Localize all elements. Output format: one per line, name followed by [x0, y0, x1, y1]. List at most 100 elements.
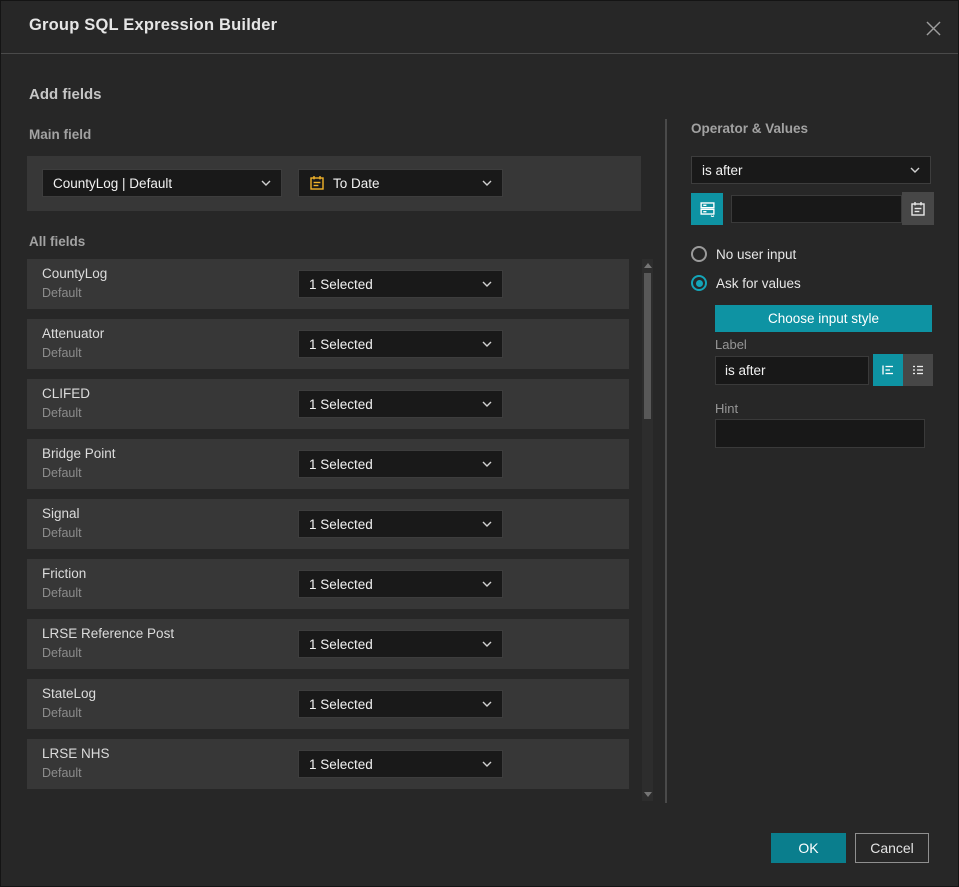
field-text: StateLog Default: [42, 686, 96, 720]
field-source-label: Default: [42, 586, 82, 600]
date-picker-button[interactable]: [902, 192, 934, 225]
input-style-single-button[interactable]: [873, 354, 903, 386]
chevron-down-icon: [261, 180, 271, 186]
calendar-icon: [911, 201, 925, 216]
radio-circle-selected-icon: [691, 275, 707, 291]
field-values-select-value: 1 Selected: [309, 576, 373, 592]
radio-circle-icon: [691, 246, 707, 262]
field-values-select[interactable]: 1 Selected: [298, 630, 503, 658]
cancel-button[interactable]: Cancel: [855, 833, 929, 863]
field-list-item: LRSE NHS Default 1 Selected: [27, 739, 629, 789]
scrollbar-thumb[interactable]: [644, 273, 651, 419]
field-list-item: Attenuator Default 1 Selected: [27, 319, 629, 369]
field-values-select[interactable]: 1 Selected: [298, 750, 503, 778]
field-list-item: CountyLog Default 1 Selected: [27, 259, 629, 309]
field-source-label: Default: [42, 406, 82, 420]
scrollbar-down-arrow-icon[interactable]: [644, 792, 652, 797]
operator-values-heading: Operator & Values: [691, 121, 809, 136]
main-field-select-value: CountyLog | Default: [53, 175, 173, 191]
chevron-down-icon: [482, 401, 492, 407]
field-values-select[interactable]: 1 Selected: [298, 330, 503, 358]
stacked-values-icon: [699, 202, 715, 217]
list-icon: [913, 365, 923, 375]
chevron-down-icon: [910, 167, 920, 173]
field-text: Signal Default: [42, 506, 82, 540]
all-fields-list: CountyLog Default 1 Selected Attenuator Defa…: [27, 259, 629, 799]
field-source-label: Default: [42, 526, 82, 540]
chevron-down-icon: [482, 521, 492, 527]
radio-ask-for-values-label: Ask for values: [716, 275, 801, 291]
field-name: Bridge Point: [42, 446, 116, 461]
value-type-toggle-button[interactable]: [691, 192, 723, 225]
chevron-down-icon: [482, 281, 492, 287]
choose-input-style-button[interactable]: Choose input style: [715, 305, 932, 332]
field-values-select-value: 1 Selected: [309, 516, 373, 532]
field-name: CLIFED: [42, 386, 91, 401]
hint-field-label: Hint: [715, 401, 739, 416]
field-source-label: Default: [42, 466, 82, 480]
all-fields-label: All fields: [29, 234, 86, 249]
input-style-list-button[interactable]: [903, 354, 933, 386]
field-text: CountyLog Default: [42, 266, 107, 300]
radio-no-user-input-label: No user input: [716, 246, 797, 262]
field-text: LRSE NHS Default: [42, 746, 110, 780]
field-source-label: Default: [42, 706, 82, 720]
field-text: Attenuator Default: [42, 326, 104, 360]
value-input[interactable]: [731, 194, 902, 223]
field-source-label: Default: [42, 766, 82, 780]
align-left-icon: [882, 365, 893, 375]
group-sql-expression-builder-dialog: Group SQL Expression Builder Add fields …: [0, 0, 959, 887]
chevron-down-icon: [482, 461, 492, 467]
field-text: Friction Default: [42, 566, 86, 600]
field-name: LRSE NHS: [42, 746, 110, 761]
field-text: CLIFED Default: [42, 386, 90, 420]
field-values-select-value: 1 Selected: [309, 336, 373, 352]
field-values-select[interactable]: 1 Selected: [298, 450, 503, 478]
chevron-down-icon: [482, 701, 492, 707]
dialog-title: Group SQL Expression Builder: [29, 16, 278, 34]
field-values-select[interactable]: 1 Selected: [298, 510, 503, 538]
main-date-select[interactable]: To Date: [298, 169, 503, 197]
chevron-down-icon: [482, 581, 492, 587]
main-field-panel: CountyLog | Default To Date: [27, 156, 641, 211]
field-name: StateLog: [42, 686, 97, 701]
list-scrollbar[interactable]: [642, 259, 653, 801]
field-list-item: LRSE Reference Post Default 1 Selected: [27, 619, 629, 669]
input-style-segmented-control: [873, 354, 933, 386]
field-values-select-value: 1 Selected: [309, 756, 373, 772]
label-input-row: [715, 354, 933, 386]
field-source-label: Default: [42, 646, 82, 660]
main-field-label: Main field: [29, 127, 92, 142]
close-button[interactable]: [921, 16, 945, 40]
main-field-select[interactable]: CountyLog | Default: [42, 169, 282, 197]
field-list-item: Friction Default 1 Selected: [27, 559, 629, 609]
main-date-select-value: To Date: [333, 175, 380, 191]
header-divider: [1, 53, 958, 54]
ok-button[interactable]: OK: [771, 833, 846, 863]
field-text: Bridge Point Default: [42, 446, 116, 480]
field-values-select[interactable]: 1 Selected: [298, 270, 503, 298]
chevron-down-icon: [482, 641, 492, 647]
field-values-select[interactable]: 1 Selected: [298, 390, 503, 418]
field-values-select-value: 1 Selected: [309, 276, 373, 292]
column-divider: [665, 119, 667, 803]
field-values-select[interactable]: 1 Selected: [298, 570, 503, 598]
field-name: Attenuator: [42, 326, 105, 341]
field-list-item: Bridge Point Default 1 Selected: [27, 439, 629, 489]
add-fields-heading: Add fields: [29, 86, 102, 103]
chevron-down-icon: [482, 761, 492, 767]
field-source-label: Default: [42, 346, 82, 360]
chevron-down-icon: [482, 180, 492, 186]
scrollbar-up-arrow-icon[interactable]: [644, 263, 652, 268]
label-input[interactable]: [715, 355, 869, 385]
operator-select[interactable]: is after: [691, 156, 931, 184]
chevron-down-icon: [482, 341, 492, 347]
field-values-select[interactable]: 1 Selected: [298, 690, 503, 718]
radio-ask-for-values[interactable]: Ask for values: [691, 275, 801, 291]
field-text: LRSE Reference Post Default: [42, 626, 174, 660]
field-values-select-value: 1 Selected: [309, 456, 373, 472]
field-name: Friction: [42, 566, 87, 581]
hint-input[interactable]: [715, 419, 925, 448]
label-field-label: Label: [715, 337, 747, 352]
radio-no-user-input[interactable]: No user input: [691, 246, 796, 262]
